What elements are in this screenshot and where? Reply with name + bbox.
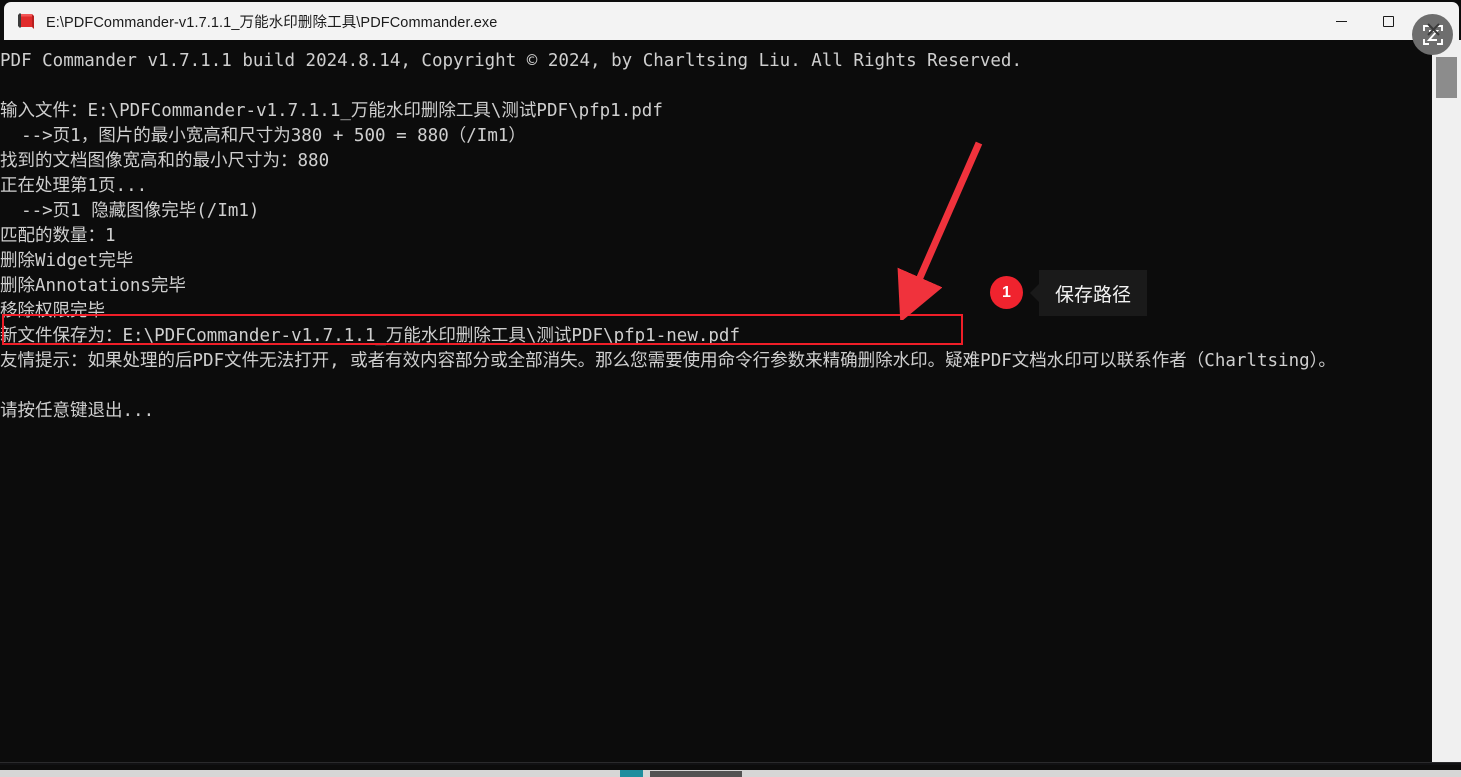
minimize-icon (1336, 20, 1347, 22)
console-line: -->页1，图片的最小宽高和尺寸为380 + 500 = 880（/Im1） (0, 126, 526, 146)
console-line: 移除权限完毕 (0, 301, 105, 321)
console-line: 删除Annotations完毕 (0, 276, 186, 296)
console-line: 正在处理第1页... (0, 176, 148, 196)
screen-capture-icon (1422, 22, 1443, 45)
annotation-tooltip: 保存路径 (1029, 270, 1148, 316)
console-text: PDF Commander v1.7.1.1 build 2024.8.14, … (0, 40, 1432, 424)
taskbar-item-active[interactable] (620, 770, 643, 777)
pdf-book-icon (16, 11, 36, 31)
console-line: -->页1 隐藏图像完毕(/Im1) (0, 201, 260, 221)
maximize-icon (1383, 15, 1394, 27)
console-line: 输入文件：E:\PDFCommander-v1.7.1.1_万能水印删除工具\测… (0, 101, 663, 121)
taskbar-sliver (0, 765, 1461, 777)
console-prompt: 请按任意键退出... (0, 401, 155, 421)
console-window: E:\PDFCommander-v1.7.1.1_万能水印删除工具\PDFCom… (0, 0, 1461, 762)
screen-capture-overlay-button[interactable] (1412, 14, 1453, 55)
title-bar[interactable]: E:\PDFCommander-v1.7.1.1_万能水印删除工具\PDFCom… (4, 2, 1459, 40)
console-line: 匹配的数量：1 (0, 226, 116, 246)
console-line: 找到的文档图像宽高和的最小尺寸为：880 (0, 151, 330, 171)
annotation-tooltip-label: 保存路径 (1055, 284, 1132, 306)
window-title: E:\PDFCommander-v1.7.1.1_万能水印删除工具\PDFCom… (46, 14, 498, 31)
scrollbar-thumb[interactable] (1436, 57, 1457, 98)
minimize-button[interactable] (1318, 2, 1365, 40)
console-line: PDF Commander v1.7.1.1 build 2024.8.14, … (0, 51, 1022, 71)
annotation-badge-1: 1 (990, 276, 1023, 309)
console-line-save-path: 新文件保存为：E:\PDFCommander-v1.7.1.1_万能水印删除工具… (0, 326, 741, 346)
console-line: 删除Widget完毕 (0, 251, 134, 271)
console-tip: 友情提示：如果处理的后PDF文件无法打开, 或者有效内容部分或全部消失。那么您需… (0, 351, 1336, 371)
console-line-blank (0, 374, 1432, 399)
console-output-area[interactable]: PDF Commander v1.7.1.1 build 2024.8.14, … (0, 40, 1432, 762)
console-line-blank (0, 74, 1432, 99)
vertical-scrollbar[interactable] (1432, 40, 1461, 762)
taskbar-item-secondary[interactable] (650, 771, 742, 777)
screenshot-root: E:\PDFCommander-v1.7.1.1_万能水印删除工具\PDFCom… (0, 0, 1461, 777)
maximize-button[interactable] (1365, 2, 1412, 40)
